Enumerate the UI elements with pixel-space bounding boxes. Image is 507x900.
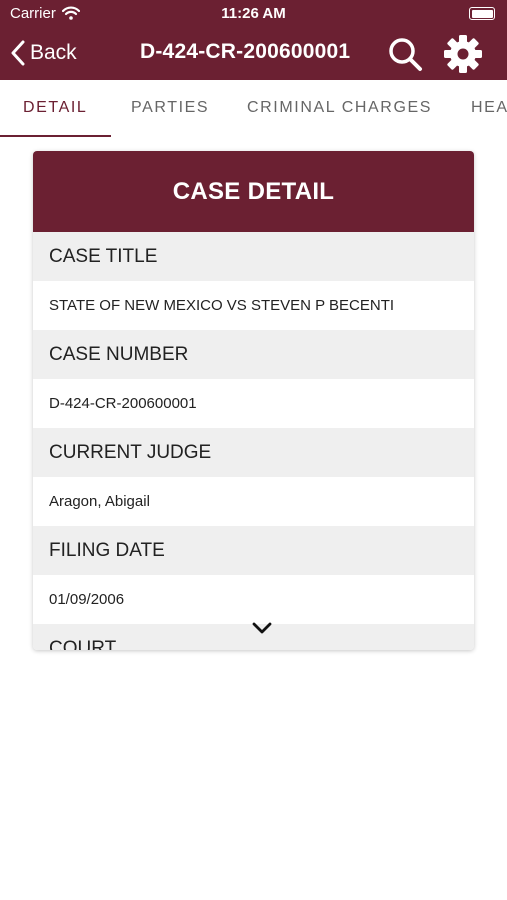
status-bar: Carrier 11:26 AM <box>0 0 507 28</box>
case-detail-card[interactable]: CASE DETAIL CASE TITLE STATE OF NEW MEXI… <box>33 151 474 650</box>
search-icon[interactable] <box>387 36 423 72</box>
card-header: CASE DETAIL <box>33 151 474 232</box>
case-title-value: STATE OF NEW MEXICO VS STEVEN P BECENTI <box>33 281 474 330</box>
page-title: D-424-CR-200600001 <box>140 40 351 63</box>
tab-bar: DETAIL PARTIES CRIMINAL CHARGES HEA <box>0 80 507 136</box>
active-tab-indicator <box>0 135 111 137</box>
case-title-label: CASE TITLE <box>33 232 474 281</box>
current-judge-value: Aragon, Abigail <box>33 477 474 526</box>
tab-detail[interactable]: DETAIL <box>23 80 87 136</box>
filing-date-value: 01/09/2006 <box>33 575 474 624</box>
chevron-down-icon[interactable] <box>251 621 273 635</box>
tab-parties[interactable]: PARTIES <box>131 80 209 136</box>
status-time: 11:26 AM <box>221 5 286 22</box>
case-number-label: CASE NUMBER <box>33 330 474 379</box>
current-judge-label: CURRENT JUDGE <box>33 428 474 477</box>
back-button[interactable]: Back <box>10 38 77 68</box>
chevron-left-icon <box>11 40 25 66</box>
filing-date-label: FILING DATE <box>33 526 474 575</box>
navigation-bar: Back D-424-CR-200600001 <box>0 28 507 80</box>
gear-icon[interactable] <box>443 34 483 74</box>
case-number-value: D-424-CR-200600001 <box>33 379 474 428</box>
battery-icon <box>469 7 495 20</box>
back-label: Back <box>30 41 77 64</box>
tab-criminal-charges[interactable]: CRIMINAL CHARGES <box>247 80 432 136</box>
tab-hearings[interactable]: HEA <box>471 80 507 136</box>
